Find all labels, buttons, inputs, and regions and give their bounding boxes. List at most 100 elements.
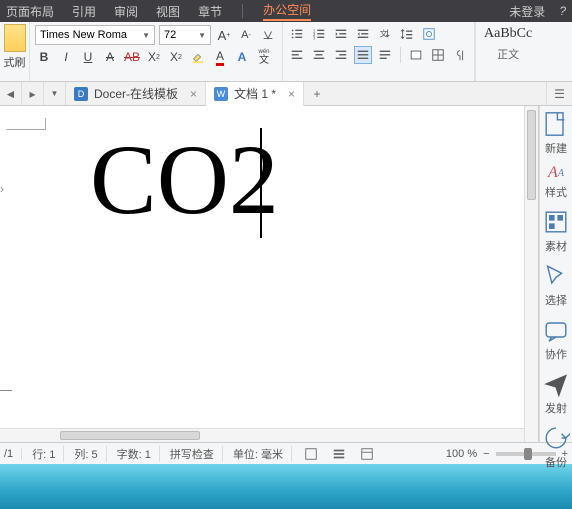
horizontal-scrollbar[interactable]	[0, 428, 524, 442]
page-corner-mark	[6, 118, 46, 130]
bullets-button[interactable]	[288, 25, 306, 43]
styles-icon[interactable]: AA	[542, 164, 570, 182]
status-bar: /1 行: 1 列: 5 字数: 1 拼写检查 单位: 毫米 100 % − +	[0, 442, 572, 464]
align-center-button[interactable]	[310, 46, 328, 64]
paragraph-group: 123 文	[283, 22, 475, 81]
close-icon[interactable]: ×	[288, 87, 295, 101]
underline-button[interactable]: U	[79, 48, 97, 66]
chevron-down-icon: ▼	[142, 31, 150, 40]
docer-icon: D	[74, 87, 88, 101]
status-unit[interactable]: 单位: 毫米	[233, 446, 292, 462]
scroll-thumb[interactable]	[527, 110, 536, 200]
svg-text:3: 3	[313, 35, 316, 40]
status-spellcheck[interactable]: 拼写检查	[170, 446, 223, 462]
view-web-icon[interactable]	[358, 445, 376, 463]
numbering-button[interactable]: 123	[310, 25, 328, 43]
slider-handle[interactable]	[524, 448, 532, 460]
vertical-scrollbar[interactable]	[524, 106, 538, 442]
ribbon: 式刷 Times New Roma ▼ 72 ▼ A+ A- B I U A A…	[0, 22, 572, 82]
zoom-value[interactable]: 100 %	[446, 448, 477, 460]
side-select-label: 选择	[545, 292, 567, 308]
menu-bar: 页面布局 引用 审阅 视图 章节 办公空间 未登录 ?	[0, 0, 572, 22]
login-status[interactable]: 未登录	[509, 3, 545, 20]
help-icon[interactable]: ?	[559, 4, 566, 18]
bold-button[interactable]: B	[35, 48, 53, 66]
tab-overflow-button[interactable]: ☰	[546, 82, 572, 105]
menu-review[interactable]: 审阅	[114, 3, 138, 20]
document-canvas[interactable]: › CO2	[0, 106, 539, 442]
chevron-down-icon: ▼	[198, 31, 206, 40]
menu-chapter[interactable]: 章节	[198, 3, 222, 20]
view-print-layout-icon[interactable]	[302, 445, 320, 463]
strike-red-button[interactable]: AB	[123, 48, 141, 66]
view-outline-icon[interactable]	[330, 445, 348, 463]
tab-list-button[interactable]: ▼	[44, 82, 66, 105]
scroll-thumb[interactable]	[60, 431, 200, 440]
status-chars[interactable]: 字数: 1	[117, 446, 160, 462]
menu-references[interactable]: 引用	[72, 3, 96, 20]
format-painter-icon[interactable]	[4, 24, 26, 52]
tab-document-1[interactable]: W 文档 1 * ×	[206, 82, 304, 106]
side-materials-label: 素材	[545, 238, 567, 254]
align-left-button[interactable]	[288, 46, 306, 64]
send-icon[interactable]	[542, 370, 570, 398]
word-doc-icon: W	[214, 87, 228, 101]
zoom-in-button[interactable]: +	[562, 448, 568, 460]
align-right-button[interactable]	[332, 46, 350, 64]
materials-icon[interactable]	[542, 208, 570, 236]
text-effects-button[interactable]: A	[233, 48, 251, 66]
line-spacing-button[interactable]	[398, 25, 416, 43]
font-group: Times New Roma ▼ 72 ▼ A+ A- B I U A AB X…	[30, 22, 283, 81]
work-area: › CO2 新建 AA 样式 素材 选择 协作 发射 备份	[0, 106, 572, 442]
menu-page-layout[interactable]: 页面布局	[6, 3, 54, 20]
font-color-button[interactable]: A	[211, 48, 229, 66]
superscript-button[interactable]: X2	[145, 48, 163, 66]
paragraph-marks-button[interactable]	[451, 46, 469, 64]
shading-button[interactable]	[407, 46, 425, 64]
menu-workspace[interactable]: 办公空间	[263, 1, 311, 21]
tab-docer[interactable]: D Docer-在线模板 ×	[66, 82, 206, 105]
font-name-select[interactable]: Times New Roma ▼	[35, 25, 155, 45]
format-painter-label: 式刷	[2, 54, 27, 70]
change-case-icon[interactable]	[259, 26, 277, 44]
zoom-out-button[interactable]: −	[483, 448, 489, 460]
tab-next-button[interactable]: ▸	[22, 82, 44, 105]
side-styles-label: 样式	[545, 184, 567, 200]
strikethrough-button[interactable]: A	[101, 48, 119, 66]
shrink-font-icon[interactable]: A-	[237, 26, 255, 44]
style-label: 正文	[484, 46, 532, 62]
highlight-color-button[interactable]	[189, 48, 207, 66]
font-size-select[interactable]: 72 ▼	[159, 25, 211, 45]
svg-text:文: 文	[380, 29, 388, 39]
os-taskbar[interactable]	[0, 464, 572, 509]
align-justify-button[interactable]	[354, 46, 372, 64]
increase-indent-button[interactable]	[354, 25, 372, 43]
subscript-button[interactable]: X2	[167, 48, 185, 66]
italic-button[interactable]: I	[57, 48, 75, 66]
styles-group[interactable]: AaBbCc 正文	[475, 22, 540, 81]
close-icon[interactable]: ×	[190, 87, 197, 101]
font-size-value: 72	[164, 29, 176, 41]
phonetic-guide-button[interactable]: 文wén	[255, 48, 273, 66]
status-col[interactable]: 列: 5	[74, 446, 106, 462]
select-icon[interactable]	[542, 262, 570, 290]
new-tab-button[interactable]: +	[304, 82, 330, 105]
tab-prev-button[interactable]: ◄	[0, 82, 22, 105]
align-distribute-button[interactable]	[376, 46, 394, 64]
side-send-label: 发射	[545, 400, 567, 416]
new-icon[interactable]	[542, 110, 570, 138]
separator	[400, 47, 401, 63]
side-new-label: 新建	[545, 140, 567, 156]
borders-button[interactable]	[429, 46, 447, 64]
decrease-indent-button[interactable]	[332, 25, 350, 43]
status-line[interactable]: 行: 1	[32, 446, 64, 462]
text-direction-button[interactable]: 文	[376, 25, 394, 43]
font-name-value: Times New Roma	[40, 29, 127, 41]
collab-icon[interactable]	[542, 316, 570, 344]
grow-font-icon[interactable]: A+	[215, 26, 233, 44]
insert-symbol-button[interactable]	[420, 25, 438, 43]
zoom-slider[interactable]	[496, 452, 556, 456]
document-text: CO2	[90, 122, 279, 237]
status-page[interactable]: /1	[4, 448, 22, 460]
menu-view[interactable]: 视图	[156, 3, 180, 20]
